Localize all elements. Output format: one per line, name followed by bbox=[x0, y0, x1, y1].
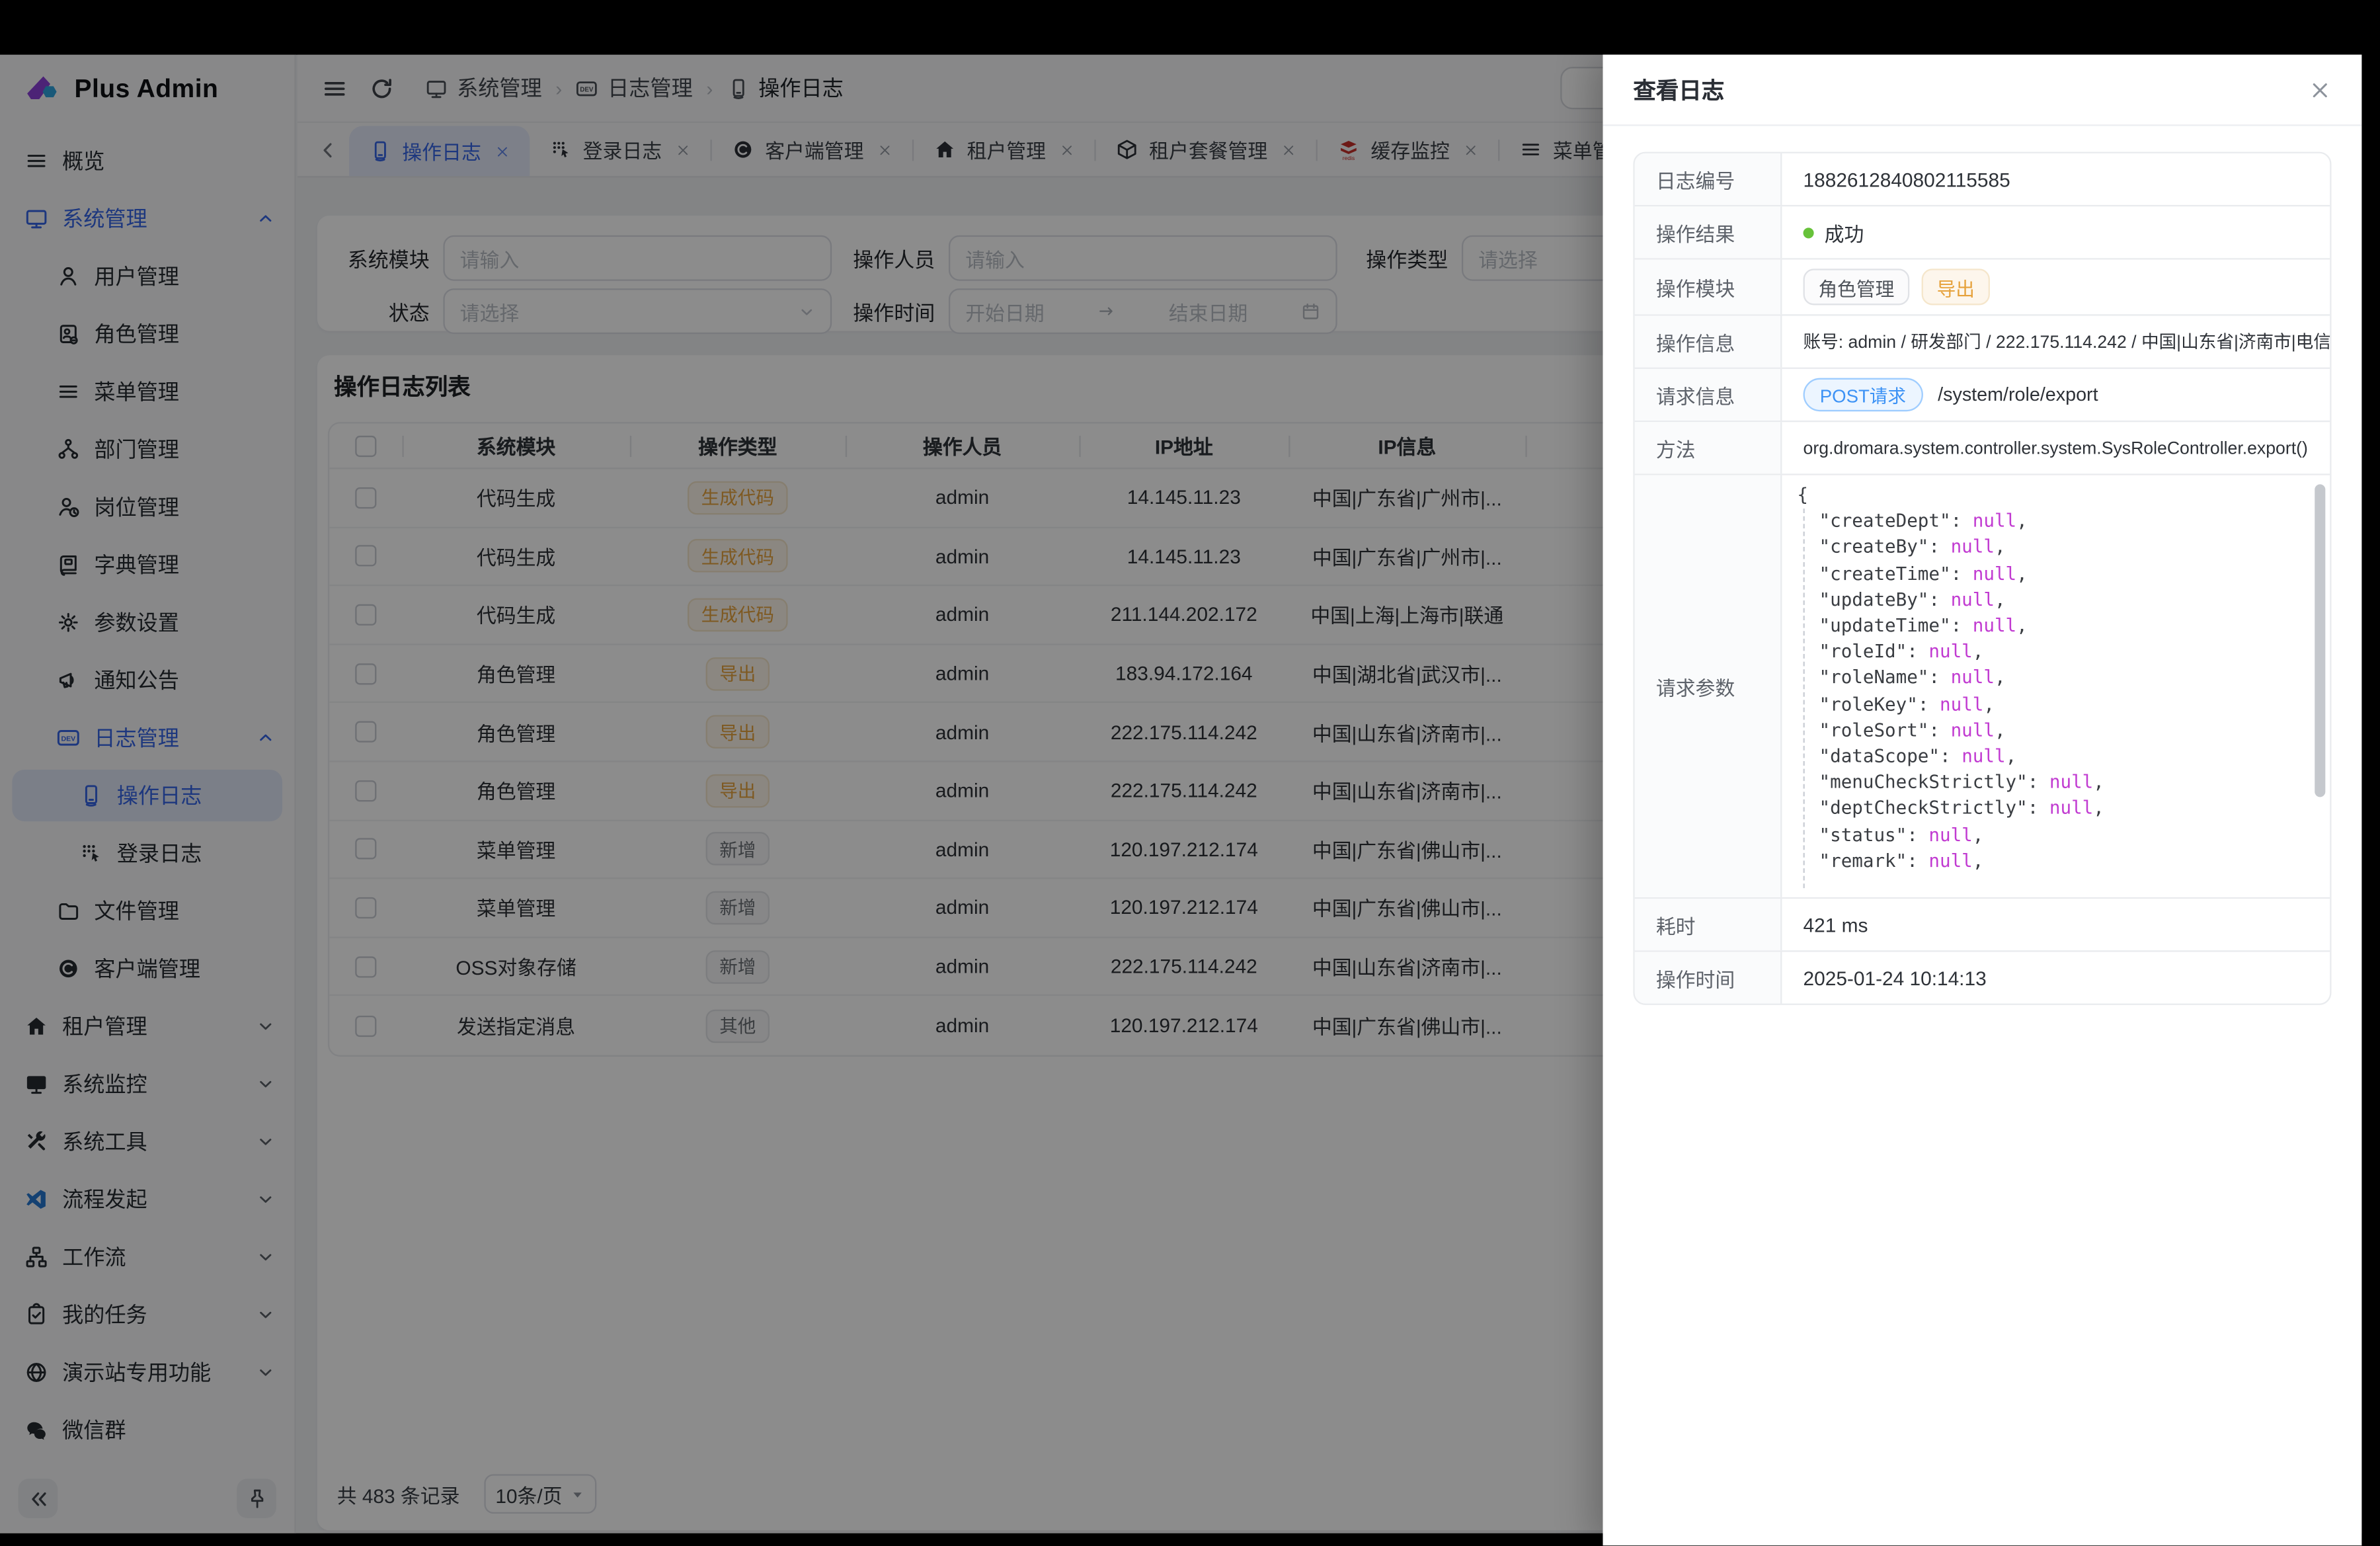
request-params-json: { "createDept": null, "createBy": null, … bbox=[1782, 475, 2119, 875]
drawer-header: 查看日志 bbox=[1603, 55, 2361, 126]
desc-row-操作模块: 操作模块角色管理导出 bbox=[1635, 260, 2330, 316]
desc-value-text: 421 ms bbox=[1804, 913, 1868, 936]
success-dot-icon bbox=[1804, 227, 1814, 237]
desc-label: 请求参数 bbox=[1635, 475, 1782, 897]
desc-row-日志编号: 日志编号 1882612840802115585 bbox=[1635, 153, 2330, 206]
desc-label: 耗时 bbox=[1635, 899, 1782, 950]
desc-row-操作信息: 操作信息账号: admin / 研发部门 / 222.175.114.242 /… bbox=[1635, 316, 2330, 369]
desc-label: 方法 bbox=[1635, 422, 1782, 473]
desc-value: org.dromara.system.controller.system.Sys… bbox=[1782, 422, 2330, 473]
desc-row-请求信息: 请求信息POST请求/system/role/export bbox=[1635, 369, 2330, 422]
drawer-title: 查看日志 bbox=[1633, 73, 1724, 105]
desc-label: 操作信息 bbox=[1635, 316, 1782, 368]
desc-value-text: 1882612840802115585 bbox=[1804, 168, 2010, 190]
desc-value: 1882612840802115585 bbox=[1782, 153, 2330, 205]
desc-label: 操作模块 bbox=[1635, 260, 1782, 315]
module-tags-cell: 角色管理导出 bbox=[1782, 260, 2330, 315]
drawer-body: 日志编号1882612840802115585操作结果成功操作模块角色管理导出操… bbox=[1603, 126, 2361, 1546]
desc-value: 2025-01-24 10:14:13 bbox=[1782, 952, 2330, 1004]
json-scrollbar-thumb[interactable] bbox=[2315, 484, 2325, 797]
window-right-edge bbox=[2361, 0, 2380, 1546]
screen: Plus Admin 概览系统管理用户管理角色管理菜单管理部门管理岗位管理字典管… bbox=[0, 0, 2380, 1546]
status-cell: 成功 bbox=[1782, 206, 2330, 258]
close-icon[interactable] bbox=[2309, 78, 2331, 101]
post-method-tag: POST请求 bbox=[1804, 378, 1923, 412]
desc-value-text: 账号: admin / 研发部门 / 222.175.114.242 / 中国|… bbox=[1804, 329, 2330, 354]
desc-row-耗时: 耗时 421 ms bbox=[1635, 899, 2330, 952]
desc-value-text: 2025-01-24 10:14:13 bbox=[1804, 966, 1987, 989]
desc-label: 操作时间 bbox=[1635, 952, 1782, 1004]
module-tag-1: 导出 bbox=[1922, 268, 1990, 305]
desc-value: 账号: admin / 研发部门 / 222.175.114.242 / 中国|… bbox=[1782, 316, 2330, 368]
desc-label: 日志编号 bbox=[1635, 153, 1782, 205]
module-tag-0: 角色管理 bbox=[1804, 268, 1910, 305]
desc-row-方法: 方法 org.dromara.system.controller.system.S… bbox=[1635, 422, 2330, 475]
desc-row-请求参数: 请求参数{ "createDept": null, "createBy": nu… bbox=[1635, 475, 2330, 899]
desc-row-操作时间: 操作时间 2025-01-24 10:14:13 bbox=[1635, 952, 2330, 1004]
request-params-cell: { "createDept": null, "createBy": null, … bbox=[1782, 475, 2330, 897]
desc-row-操作结果: 操作结果 成功 bbox=[1635, 206, 2330, 259]
log-detail-drawer: 查看日志 日志编号 1882612840802115585 操作结果 成功操作模块角色… bbox=[1603, 55, 2361, 1546]
log-descriptions: 日志编号1882612840802115585操作结果成功操作模块角色管理导出操… bbox=[1633, 152, 2331, 1005]
request-url: /system/role/export bbox=[1938, 384, 2098, 405]
request-info-cell: POST请求/system/role/export bbox=[1782, 369, 2330, 421]
desc-value: 421 ms bbox=[1782, 899, 2330, 950]
desc-value-text: org.dromara.system.controller.system.Sys… bbox=[1804, 438, 2308, 458]
status-text: 成功 bbox=[1825, 218, 1864, 247]
desc-label: 操作结果 bbox=[1635, 206, 1782, 258]
desc-label: 请求信息 bbox=[1635, 369, 1782, 421]
